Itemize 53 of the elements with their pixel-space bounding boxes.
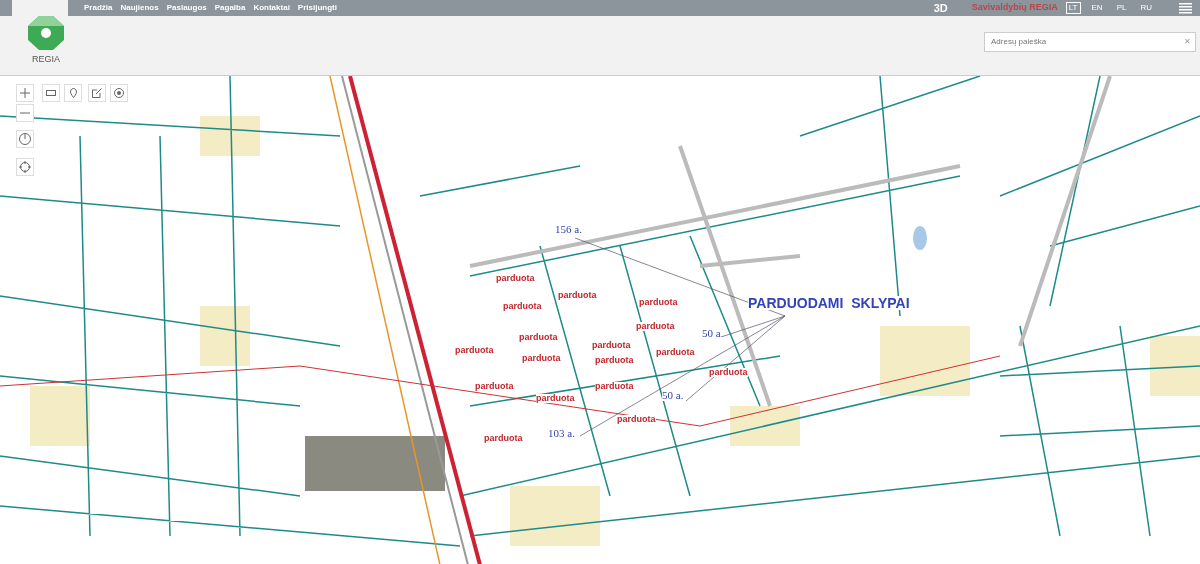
pin-icon [69, 88, 77, 98]
sold-label: parduota [595, 356, 634, 365]
clear-button[interactable]: ✕ [1184, 36, 1191, 48]
crosshair-button[interactable] [16, 158, 34, 176]
target-icon [114, 88, 124, 98]
nav-link-item[interactable]: Kontaktai [253, 2, 290, 14]
sold-label: parduota [617, 415, 656, 424]
nav-link-item[interactable]: Naujienos [120, 2, 159, 14]
sold-label: parduota [558, 291, 597, 300]
sold-label: parduota [639, 298, 678, 307]
plus-icon [20, 88, 30, 98]
cadastral-map-drawing[interactable] [0, 76, 1200, 564]
ruler-icon [46, 90, 56, 96]
sold-label: parduota [536, 394, 575, 403]
compass-icon [19, 133, 31, 145]
nav-link-item[interactable]: Pradžia [84, 2, 113, 14]
nav-link-item[interactable]: Paslaugos [166, 2, 207, 14]
area-label: 103 a. [548, 428, 575, 439]
edit-button[interactable] [88, 84, 106, 102]
sold-label: parduota [475, 382, 514, 391]
language-tab[interactable]: RU [1137, 2, 1155, 14]
nav-link-item[interactable]: Prisijungti [297, 2, 337, 14]
marker-button[interactable] [64, 84, 82, 102]
brand-title: Savivaldybių REGIA [971, 1, 1058, 15]
3d-toggle[interactable]: 3D [933, 0, 948, 17]
menu-icon[interactable] [1179, 2, 1192, 14]
sold-label: parduota [519, 333, 558, 342]
locate-button[interactable] [110, 84, 128, 102]
address-search-field[interactable]: Adresų paieška ✕ [984, 32, 1196, 52]
sold-label: parduota [455, 346, 494, 355]
sale-title: PARDUODAMI SKLYPAI [748, 296, 910, 310]
sold-label: parduota [484, 434, 523, 443]
sold-label: parduota [522, 354, 561, 363]
sold-label: parduota [496, 274, 535, 283]
sold-label: parduota [656, 348, 695, 357]
nav-link-item[interactable]: Pagalba [214, 2, 246, 14]
sold-label: parduota [592, 341, 631, 350]
measure-button[interactable] [42, 84, 60, 102]
area-label: 156 a. [555, 224, 582, 235]
area-label: 50 a. [702, 328, 724, 339]
logo-text: REGIA [32, 53, 60, 66]
sold-label: parduota [636, 322, 675, 331]
area-label: 50 a. [662, 390, 684, 401]
language-tab[interactable]: PL [1113, 2, 1130, 14]
crosshair-icon [19, 161, 31, 173]
sold-label: parduota [503, 302, 542, 311]
logo-icon [28, 16, 64, 50]
language-tab[interactable]: LT [1065, 2, 1081, 14]
edit-icon [92, 88, 102, 98]
sold-label: parduota [595, 382, 634, 391]
language-tab[interactable]: EN [1088, 2, 1106, 14]
sold-label: parduota [709, 368, 748, 377]
compass-button[interactable] [16, 130, 34, 148]
